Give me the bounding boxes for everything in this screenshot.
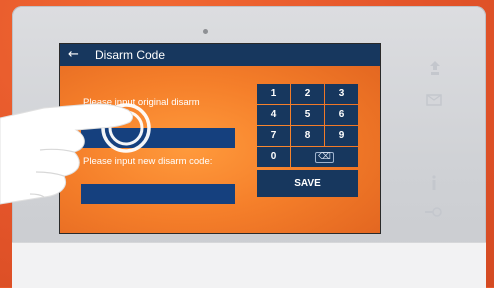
key-9[interactable]: 9 [325, 126, 358, 146]
key-4[interactable]: 4 [257, 105, 290, 125]
key-7[interactable]: 7 [257, 126, 290, 146]
key-5[interactable]: 5 [291, 105, 324, 125]
key-2[interactable]: 2 [291, 84, 324, 104]
backspace-icon: ⌫ [315, 152, 334, 163]
key-6[interactable]: 6 [325, 105, 358, 125]
back-arrow-icon[interactable]: ← [68, 47, 79, 63]
key-0[interactable]: 0 [257, 147, 290, 167]
unlock-icon[interactable] [424, 206, 442, 221]
delete-button[interactable]: ⌫ [291, 147, 358, 167]
new-code-label: Please input new disarm code: [83, 156, 213, 167]
new-code-field[interactable] [81, 184, 235, 204]
camera-icon [203, 29, 208, 34]
monitor-icon[interactable] [428, 60, 442, 79]
touch-screen: ← Disarm Code Please input original disa… [60, 44, 380, 233]
save-button[interactable]: SAVE [257, 170, 358, 197]
key-8[interactable]: 8 [291, 126, 324, 146]
title-bar: ← Disarm Code [60, 44, 380, 66]
page-title: Disarm Code [95, 48, 166, 62]
original-code-label: Please input original disarm code: [83, 97, 200, 119]
key-3[interactable]: 3 [325, 84, 358, 104]
key-1[interactable]: 1 [257, 84, 290, 104]
device-lower-panel [12, 242, 486, 288]
message-icon[interactable] [426, 94, 442, 109]
keypad: 1 2 3 4 5 6 7 8 9 0 ⌫ SAVE [257, 84, 361, 221]
original-code-field[interactable] [81, 128, 235, 148]
info-icon[interactable] [430, 175, 438, 194]
